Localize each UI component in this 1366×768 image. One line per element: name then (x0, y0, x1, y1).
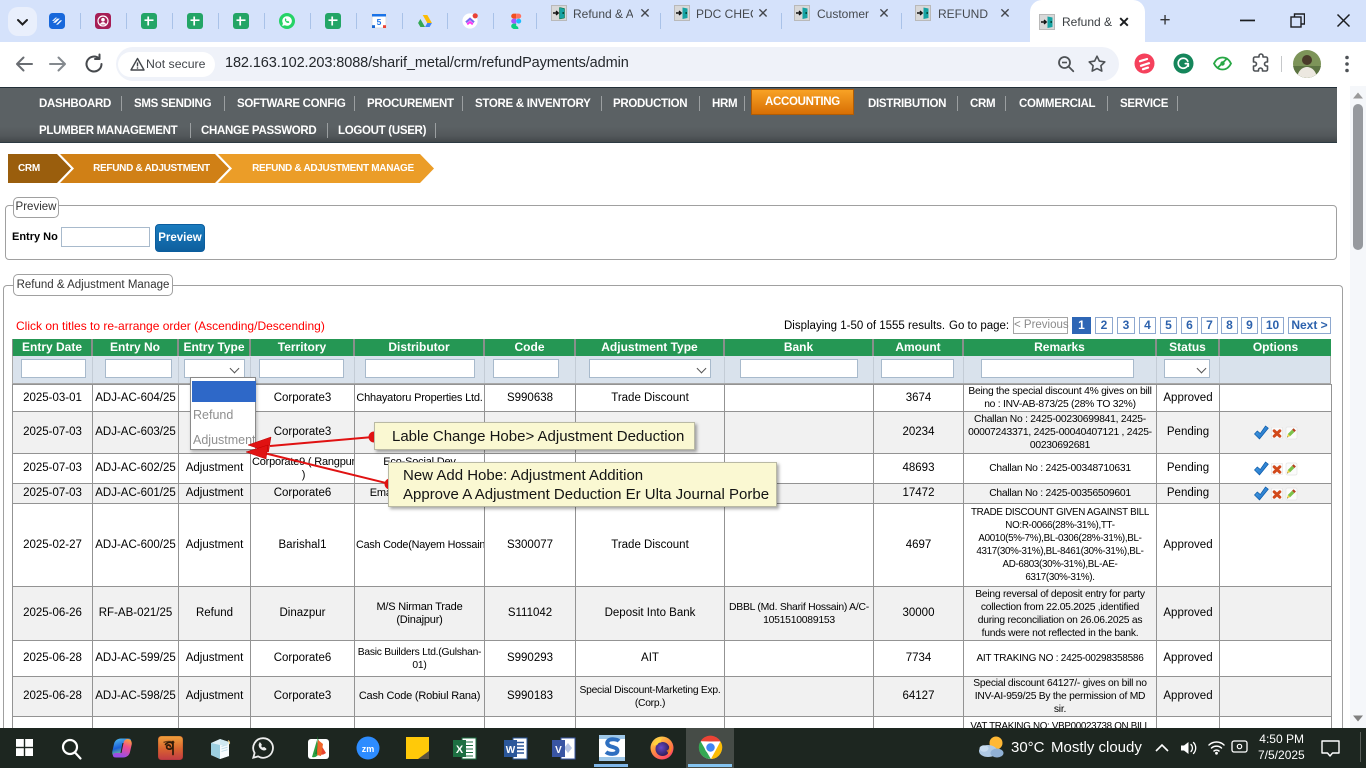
svg-text:W: W (506, 745, 516, 756)
svg-text:zm: zm (362, 744, 375, 754)
svg-text:X: X (456, 744, 464, 756)
svg-text:V: V (555, 745, 562, 756)
svg-text:5: 5 (377, 17, 382, 27)
